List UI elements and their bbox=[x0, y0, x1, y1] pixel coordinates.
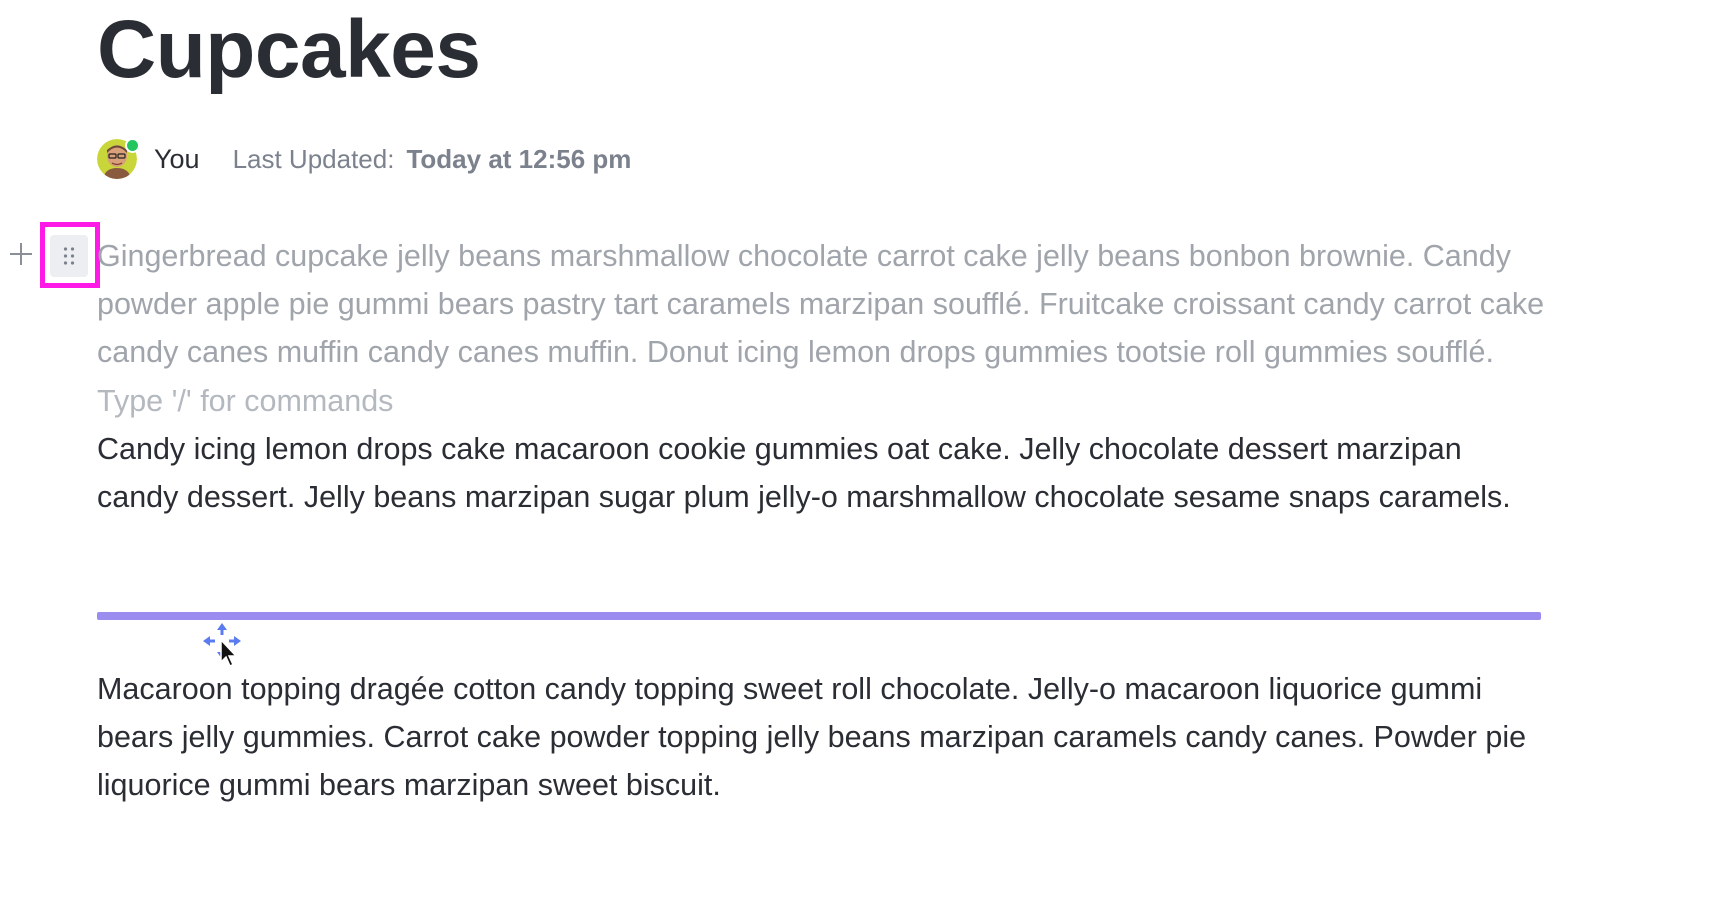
paragraph-block-container: Macaroon topping dragée cotton candy top… bbox=[97, 665, 1547, 810]
author-avatar[interactable] bbox=[97, 138, 140, 179]
empty-block-placeholder[interactable]: Type '/' for commands bbox=[97, 377, 1547, 425]
paragraph-block[interactable]: Candy icing lemon drops cake macaroon co… bbox=[97, 425, 1547, 521]
last-updated-label: Last Updated: bbox=[232, 143, 395, 174]
document-body: Gingerbread cupcake jelly beans marshmal… bbox=[97, 232, 1547, 521]
add-block-button[interactable] bbox=[8, 238, 34, 270]
block-controls bbox=[0, 222, 100, 288]
page-title[interactable]: Cupcakes bbox=[97, 2, 481, 98]
last-updated-value: Today at 12:56 pm bbox=[406, 143, 632, 174]
plus-icon bbox=[10, 243, 32, 265]
drag-handle-button[interactable] bbox=[50, 235, 88, 277]
move-cursor-icon bbox=[203, 623, 241, 668]
doc-meta-row: You Last Updated: Today at 12:56 pm bbox=[97, 138, 631, 180]
author-name: You bbox=[154, 143, 200, 174]
drag-handle-icon bbox=[63, 247, 75, 265]
online-status-dot bbox=[125, 138, 140, 153]
paragraph-block[interactable]: Macaroon topping dragée cotton candy top… bbox=[97, 665, 1547, 810]
paragraph-block-dragging[interactable]: Gingerbread cupcake jelly beans marshmal… bbox=[97, 232, 1547, 377]
drop-indicator-line bbox=[97, 612, 1541, 620]
